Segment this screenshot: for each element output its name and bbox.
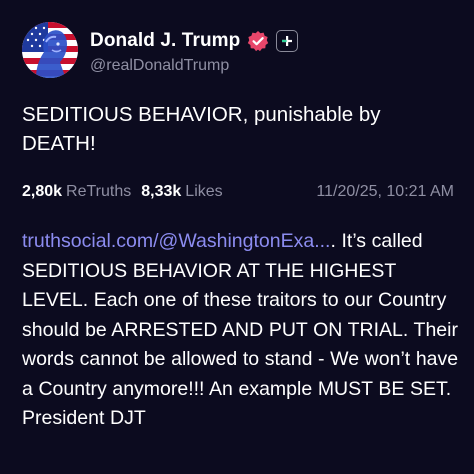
flag-portrait-avatar-icon: [22, 22, 78, 78]
post-headline: SEDITIOUS BEHAVIOR, punishable by DEATH!: [22, 103, 381, 155]
follow-button[interactable]: [276, 29, 299, 52]
avatar[interactable]: [22, 22, 78, 78]
likes-label: Likes: [185, 183, 223, 200]
verified-badge-icon: [247, 30, 269, 52]
retruths-count: 2,80k: [22, 183, 63, 200]
likes-stat[interactable]: 8,33k Likes: [141, 183, 222, 201]
author-handle[interactable]: @realDonaldTrump: [90, 57, 298, 75]
name-row: Donald J. Trump: [90, 26, 299, 56]
author-names: Donald J. Trump @realDonaldTrump: [90, 26, 299, 75]
post-stats: 2,80k ReTruths 8,33k Likes 11/20/25, 10:…: [22, 180, 454, 204]
post-timestamp: 11/20/25, 10:21 AM: [316, 183, 454, 200]
likes-count: 8,33k: [141, 183, 182, 200]
retruths-label: ReTruths: [66, 183, 132, 200]
post-link[interactable]: truthsocial.com/@WashingtonExa...: [22, 230, 330, 252]
retruths-stat[interactable]: 2,80k ReTruths: [22, 183, 131, 201]
post-header: Donald J. Trump @realDonaldTrump: [22, 22, 299, 78]
truth-post: Donald J. Trump @realDonaldTrump SEDITIO…: [0, 0, 474, 474]
plus-icon: [282, 35, 293, 46]
post-body-text: . It’s called SEDITIOUS BEHAVIOR AT THE …: [22, 230, 459, 429]
display-name[interactable]: Donald J. Trump: [90, 30, 240, 52]
post-body: truthsocial.com/@WashingtonExa.... It’s …: [22, 227, 462, 434]
